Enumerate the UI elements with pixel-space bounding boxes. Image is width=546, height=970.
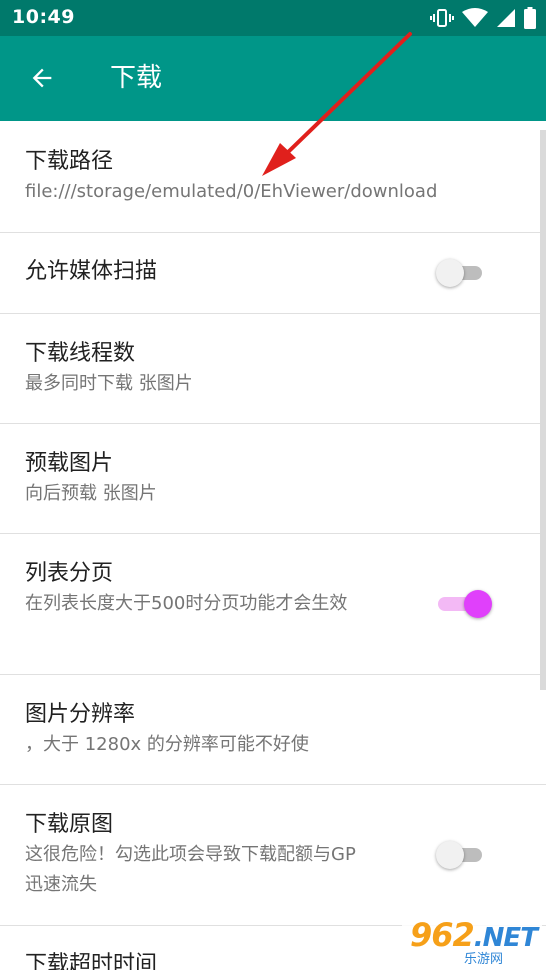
wifi-icon (462, 8, 488, 27)
pref-download-path[interactable]: 下载路径 file:///storage/emulated/0/EhViewer… (0, 121, 546, 233)
pref-media-scan[interactable]: 允许媒体扫描 (0, 233, 546, 314)
pref-list-paging[interactable]: 列表分页 在列表长度大于500时分页功能才会生效 (0, 534, 546, 675)
media-scan-switch[interactable] (436, 258, 484, 288)
download-original-switch[interactable] (436, 840, 484, 870)
settings-list: 下载路径 file:///storage/emulated/0/EhViewer… (0, 121, 546, 970)
pref-image-resolution[interactable]: 图片分辨率 ，大于 1280x 的分辨率可能不好使 (0, 675, 546, 785)
pref-summary: 最多同时下载 张图片 (25, 373, 193, 394)
pref-title: 下载原图 (25, 812, 114, 837)
battery-icon (524, 7, 536, 29)
pref-download-original[interactable]: 下载原图 这很危险！勾选此项会导致下载配额与GP迅速流失 (0, 785, 546, 926)
pref-download-threads[interactable]: 下载线程数 最多同时下载 张图片 (0, 314, 546, 424)
switch-thumb (436, 841, 464, 869)
watermark-logo: 962.NET 乐游网 (402, 916, 542, 970)
pref-preload-images[interactable]: 预载图片 向后预载 张图片 (0, 424, 546, 534)
vibrate-icon (430, 9, 454, 27)
pref-summary: 向后预载 张图片 (25, 483, 157, 504)
pref-summary: 在列表长度大于500时分页功能才会生效 (25, 593, 348, 614)
switch-thumb (436, 259, 464, 287)
pref-title: 下载路径 (25, 149, 114, 174)
pref-title: 列表分页 (25, 561, 114, 586)
pref-title: 预载图片 (25, 451, 114, 476)
pref-title: 下载线程数 (25, 341, 136, 366)
status-bar: 10:49 (0, 0, 546, 36)
toolbar: 下载 (0, 36, 546, 121)
status-time: 10:49 (12, 6, 75, 28)
pref-title: 允许媒体扫描 (25, 259, 158, 284)
pref-summary: ，大于 1280x 的分辨率可能不好使 (25, 734, 309, 755)
pref-summary: file:///storage/emulated/0/EhViewer/down… (25, 181, 438, 202)
scrollbar[interactable] (540, 130, 546, 690)
list-paging-switch[interactable] (436, 589, 492, 619)
page-title: 下载 (110, 63, 163, 93)
pref-summary: 这很危险！勾选此项会导致下载配额与GP迅速流失 (25, 844, 356, 895)
back-button[interactable] (22, 58, 62, 98)
pref-title: 下载超时时间 (25, 952, 158, 970)
signal-icon (497, 9, 515, 27)
settings-screen: 10:49 下载 下载路径 file:///storage/emulated/0… (0, 0, 546, 970)
pref-title: 图片分辨率 (25, 702, 136, 727)
arrow-left-icon (32, 68, 52, 88)
status-icons (430, 7, 536, 29)
watermark-subtitle: 乐游网 (464, 952, 504, 967)
switch-thumb (464, 590, 492, 618)
